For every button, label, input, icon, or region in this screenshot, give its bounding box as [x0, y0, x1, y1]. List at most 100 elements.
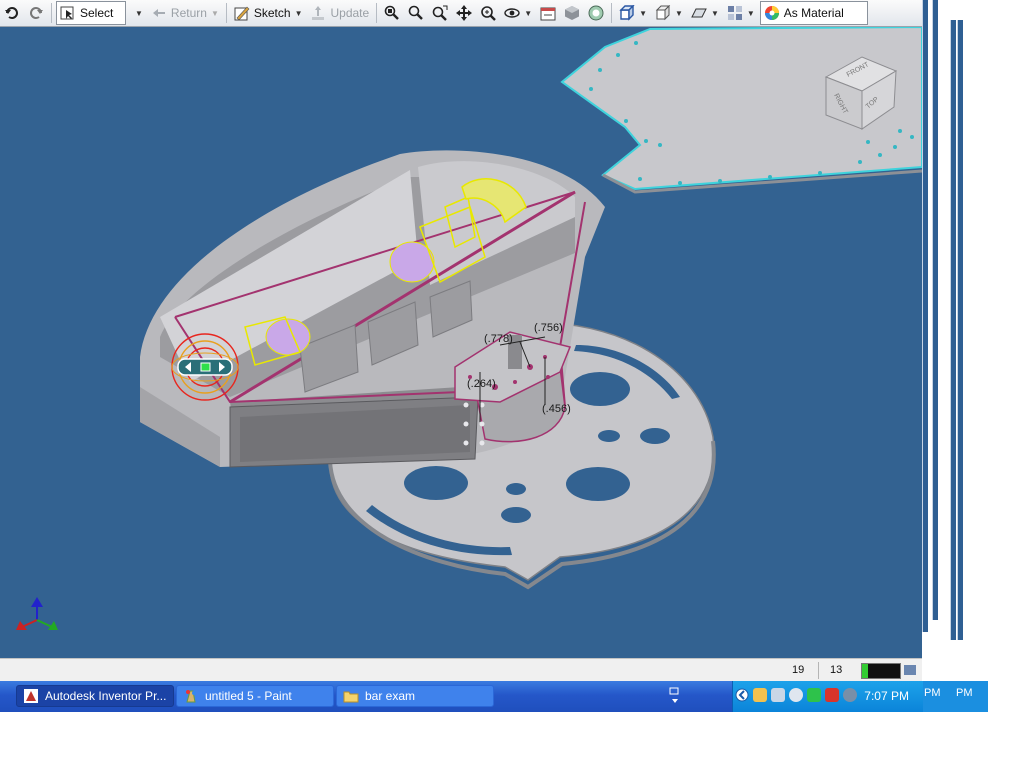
taskbar-item-label: Autodesk Inventor Pr...: [45, 689, 167, 703]
shaded-display-button[interactable]: [561, 2, 583, 24]
zoom-window-icon: [432, 5, 448, 21]
clock-edge-label: PM: [956, 687, 973, 699]
view-cube-orientation-button[interactable]: ▼: [616, 2, 650, 24]
look-at-icon: [540, 7, 556, 21]
status-tray-icon: [904, 665, 916, 675]
zoom-window-button[interactable]: [429, 2, 451, 24]
graphics-viewport[interactable]: (.778) (.756) (.264) (.456) FRONT RIGHT …: [0, 27, 922, 658]
z-axis-arrow-icon: [31, 597, 43, 607]
taskbar-item-label: bar exam: [365, 689, 416, 703]
status-bar: 19 13: [0, 658, 922, 682]
toolbar-separator: [51, 3, 52, 23]
sketch-label: Sketch: [253, 6, 291, 20]
zoom-all-icon: [384, 5, 400, 20]
dimension-456[interactable]: (.456): [542, 403, 571, 415]
tray-network-icon[interactable]: [771, 688, 785, 702]
component-visibility-button[interactable]: ▼: [724, 2, 758, 24]
pan-icon: [456, 5, 473, 21]
chevron-down-icon: ▼: [746, 8, 755, 18]
shaded-cube-icon: [565, 6, 580, 20]
tray-alert-icon[interactable]: [825, 688, 839, 702]
status-value-1: 19: [792, 664, 805, 676]
plane-icon: [691, 8, 707, 18]
look-at-button[interactable]: [537, 2, 559, 24]
redo-button[interactable]: [25, 2, 47, 24]
tray-security-icon[interactable]: [807, 688, 821, 702]
orbit-button[interactable]: ▼: [501, 2, 535, 24]
memory-meter: [861, 663, 901, 679]
paint-app-icon: [186, 690, 196, 703]
zoom-all-button[interactable]: [381, 2, 403, 24]
taskbar: Autodesk Inventor Pr... untitled 5 - Pai…: [0, 681, 923, 712]
material-label: As Material: [783, 6, 844, 20]
select-cursor-icon: [60, 6, 74, 20]
tray-app-icon[interactable]: [753, 688, 767, 702]
tray-collapse-icon[interactable]: [735, 688, 749, 702]
window-edge: [950, 20, 956, 640]
orbit-icon: [504, 8, 520, 18]
toolbar-separator: [611, 3, 613, 23]
box-view-icon: [619, 5, 635, 21]
pan-button[interactable]: [453, 2, 475, 24]
background-windows-edge: PM PM: [922, 0, 988, 712]
window-edge: [922, 0, 928, 632]
toolbar-separator: [225, 3, 227, 23]
chevron-down-icon: ▼: [524, 8, 533, 18]
chevron-down-icon: ▼: [135, 8, 143, 18]
sketch-button[interactable]: Sketch ▼: [231, 2, 306, 24]
return-button[interactable]: Return ▼: [148, 2, 222, 24]
select-label: Select: [80, 6, 114, 20]
chevron-down-icon: ▼: [210, 8, 219, 18]
update-label: Update: [330, 6, 370, 20]
grip-icon: [200, 362, 211, 372]
dimension-756[interactable]: (.756): [534, 322, 563, 334]
taskbar-clock[interactable]: 7:07 PM: [864, 689, 909, 703]
status-value-2: 13: [830, 664, 843, 676]
zoom-selected-button[interactable]: [477, 2, 499, 24]
component-icon: [727, 6, 742, 20]
window-edge: [957, 20, 963, 640]
shadow-sphere-icon: [588, 5, 604, 21]
chevron-down-icon: ▼: [639, 8, 648, 18]
memory-meter-fill: [862, 664, 868, 678]
return-arrow-icon: [152, 9, 165, 17]
zoom-button[interactable]: [405, 2, 427, 24]
toolbar: Select ▼ Return ▼ Sketch ▼ Update ▼ ▼ ▼ …: [0, 0, 922, 27]
dimension-778[interactable]: (.778): [484, 333, 513, 345]
chevron-down-icon: ▼: [294, 8, 303, 18]
folder-icon: [343, 691, 359, 703]
material-dropdown[interactable]: As Material: [759, 1, 868, 25]
taskbar-item-folder[interactable]: bar exam: [336, 685, 494, 707]
taskbar-item-inventor[interactable]: Autodesk Inventor Pr...: [16, 685, 174, 707]
plane-button[interactable]: ▼: [688, 2, 722, 24]
projection-box-icon: [655, 5, 671, 21]
drag-handle[interactable]: [177, 358, 233, 376]
select-dropdown[interactable]: ▼: [128, 2, 146, 24]
update-icon: [312, 6, 325, 20]
model-canvas[interactable]: (.778) (.756) (.264) (.456) FRONT RIGHT …: [0, 27, 922, 658]
color-wheel-icon: [764, 6, 779, 20]
axis-triad: [16, 597, 58, 630]
projection-button[interactable]: ▼: [652, 2, 686, 24]
status-divider: [818, 662, 819, 679]
system-tray: 7:07 PM: [732, 681, 923, 712]
zoom-selected-icon: [481, 6, 497, 21]
toolbar-separator: [376, 3, 378, 23]
tray-speaker-icon[interactable]: [789, 688, 803, 702]
chassis-body-part[interactable]: [140, 150, 605, 468]
window-edge: [932, 0, 938, 620]
taskbar-toolbar-icon[interactable]: [668, 686, 682, 706]
select-button[interactable]: Select: [56, 1, 126, 25]
sketch-icon: [234, 6, 250, 21]
dimension-264[interactable]: (.264): [467, 378, 496, 390]
tray-update-icon[interactable]: [843, 688, 857, 702]
zoom-icon: [408, 5, 424, 20]
undo-icon: [5, 7, 18, 19]
chevron-down-icon: ▼: [675, 8, 683, 18]
taskbar-item-paint[interactable]: untitled 5 - Paint: [176, 685, 334, 707]
undo-button[interactable]: [1, 2, 23, 24]
shadow-display-button[interactable]: [585, 2, 607, 24]
update-button[interactable]: Update: [307, 2, 372, 24]
chevron-down-icon: ▼: [710, 8, 719, 18]
redo-icon: [30, 7, 43, 19]
